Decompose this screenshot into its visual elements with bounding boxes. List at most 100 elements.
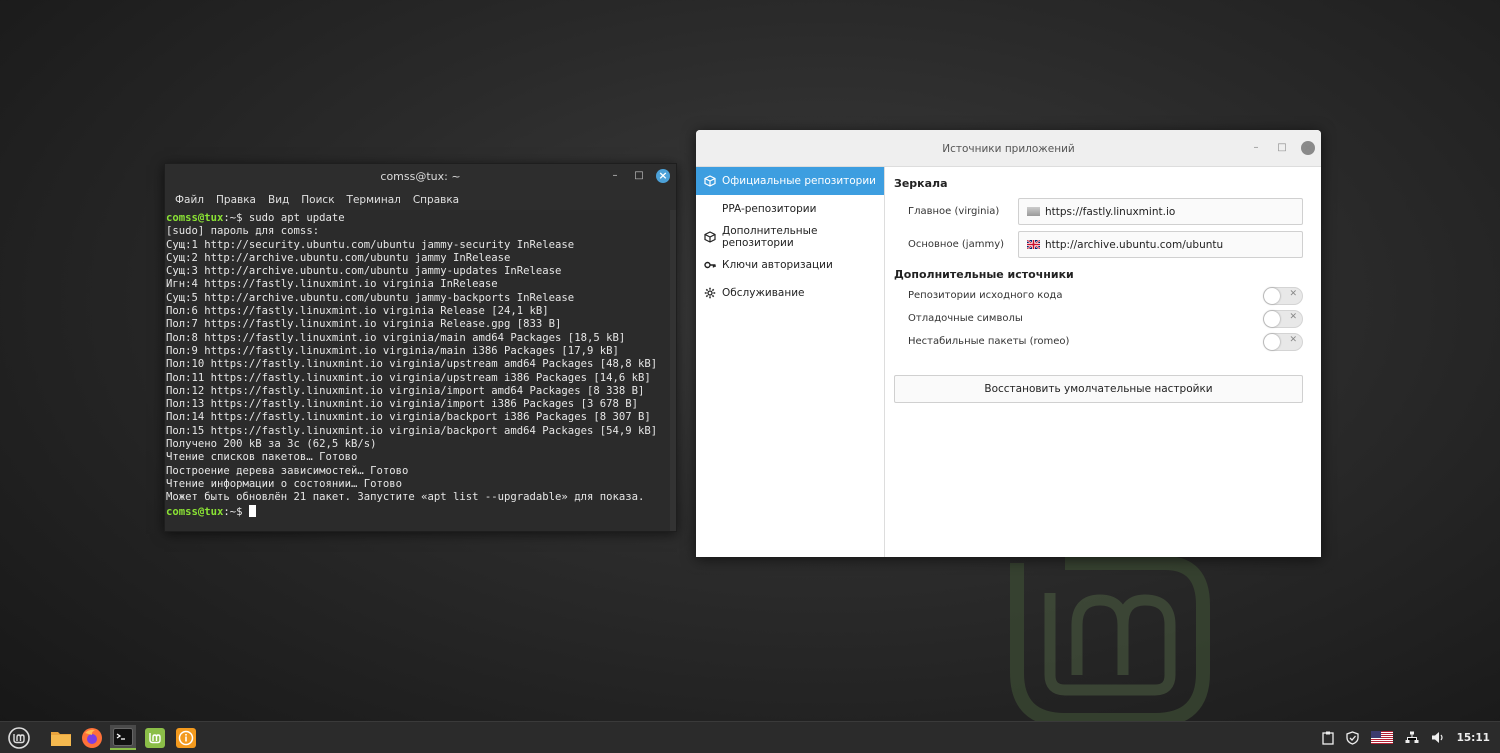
menu-terminal[interactable]: Терминал	[341, 188, 407, 210]
sidebar-item-label: Официальные репозитории	[722, 175, 876, 187]
mirror-url: http://archive.ubuntu.com/ubuntu	[1045, 238, 1224, 251]
sidebar-item-label: Обслуживание	[722, 287, 805, 299]
maximize-icon[interactable]: □	[632, 169, 646, 183]
sidebar-item-label: Дополнительные репозитории	[722, 225, 818, 249]
mint-wallpaper-logo	[1010, 556, 1210, 727]
terminal-output-line: Пол:7 https://fastly.linuxmint.io virgin…	[166, 318, 562, 331]
mirror-row-main: Главное (virginia) https://fastly.linuxm…	[894, 197, 1303, 226]
info-button[interactable]	[173, 725, 199, 750]
network-icon[interactable]	[1405, 731, 1419, 744]
close-icon[interactable]: ×	[656, 169, 670, 183]
mint-menu-button[interactable]	[6, 725, 32, 750]
maximize-icon[interactable]: □	[1275, 141, 1289, 155]
text-cursor	[248, 504, 256, 517]
terminal-output-line: Построение дерева зависимостей… Готово	[166, 464, 409, 477]
clipboard-icon[interactable]	[1321, 731, 1334, 745]
terminal-output-line: Может быть обновлён 21 пакет. Запустите …	[166, 491, 645, 504]
sidebar-item-ppa[interactable]: PPA-репозитории	[696, 195, 884, 223]
prompt-suffix: :~$	[223, 505, 243, 518]
prompt-user: comss@tux	[166, 212, 224, 224]
mirror-row-base: Основное (jammy) http://archive.ubuntu.c…	[894, 230, 1303, 259]
us-flag-icon[interactable]	[1370, 731, 1393, 744]
terminal-output-line: Пол:11 https://fastly.linuxmint.io virgi…	[166, 371, 651, 384]
debug-symbols-switch[interactable]: ✕	[1263, 309, 1303, 328]
terminal-output-line: Пол:12 https://fastly.linuxmint.io virgi…	[166, 384, 645, 397]
toggle-label: Нестабильные пакеты (romeo)	[908, 336, 1070, 347]
terminal-menubar: Файл Правка Вид Поиск Терминал Справка	[165, 188, 676, 210]
menu-file[interactable]: Файл	[169, 188, 210, 210]
restore-defaults-button[interactable]: Восстановить умолчательные настройки	[894, 375, 1303, 403]
software-sources-window[interactable]: Источники приложений – □ × Официальные р…	[696, 130, 1321, 557]
mint-update-button[interactable]	[142, 725, 168, 750]
terminal-output-line: Пол:14 https://fastly.linuxmint.io virgi…	[166, 411, 651, 424]
toggle-label: Репозитории исходного кода	[908, 290, 1063, 301]
terminal-output-line: Пол:15 https://fastly.linuxmint.io virgi…	[166, 424, 658, 437]
package-icon	[704, 231, 716, 243]
sources-titlebar[interactable]: Источники приложений – □ ×	[696, 130, 1321, 167]
mirror-url: https://fastly.linuxmint.io	[1045, 205, 1176, 218]
menu-help[interactable]: Справка	[407, 188, 465, 210]
sources-title: Источники приложений	[942, 143, 1075, 155]
sidebar-item-label: PPA-репозитории	[722, 203, 817, 215]
gear-icon	[704, 287, 716, 299]
prompt-suffix: :~$	[223, 212, 243, 224]
mirror-main-button[interactable]: https://fastly.linuxmint.io	[1018, 198, 1303, 225]
toggle-row-unstable: Нестабильные пакеты (romeo) ✕	[894, 330, 1303, 353]
terminal-command-line: comss@tux:~$ sudo apt update	[166, 212, 670, 225]
firefox-button[interactable]	[79, 725, 105, 750]
info-icon	[176, 727, 196, 748]
terminal-output-line: Сущ:1 http://security.ubuntu.com/ubuntu …	[166, 238, 575, 251]
sources-main: Зеркала Главное (virginia) https://fastl…	[885, 167, 1321, 557]
prompt-user: comss@tux	[166, 505, 224, 518]
terminal-output-line: Сущ:2 http://archive.ubuntu.com/ubuntu j…	[166, 251, 511, 264]
menu-view[interactable]: Вид	[262, 188, 295, 210]
terminal-output-line: Сущ:5 http://archive.ubuntu.com/ubuntu j…	[166, 291, 575, 304]
terminal-output-line: Получено 200 kB за 3с (62,5 kB/s)	[166, 438, 377, 451]
terminal-output-line: Пол:8 https://fastly.linuxmint.io virgin…	[166, 331, 626, 344]
flag-icon	[1027, 207, 1040, 216]
terminal-title: comss@tux: ~	[380, 170, 461, 183]
terminal-window[interactable]: comss@tux: ~ – □ × Файл Правка Вид Поиск…	[164, 163, 677, 532]
files-button[interactable]	[48, 725, 74, 750]
terminal-icon	[113, 727, 133, 746]
terminal-output[interactable]: comss@tux:~$ sudo apt update [sudo] парол…	[165, 210, 670, 531]
sidebar-item-keys[interactable]: Ключи авторизации	[696, 251, 884, 279]
terminal-output-line: Пол:10 https://fastly.linuxmint.io virgi…	[166, 358, 658, 371]
menu-edit[interactable]: Правка	[210, 188, 262, 210]
menu-search[interactable]: Поиск	[295, 188, 340, 210]
sidebar-item-label: Ключи авторизации	[722, 259, 833, 271]
mirror-base-button[interactable]: http://archive.ubuntu.com/ubuntu	[1018, 231, 1303, 258]
terminal-output-line: Пол:13 https://fastly.linuxmint.io virgi…	[166, 398, 638, 411]
mintupdate-icon	[145, 727, 165, 748]
taskbar: 15:11	[0, 721, 1500, 753]
shield-icon[interactable]	[1345, 730, 1359, 745]
minimize-icon[interactable]: –	[608, 169, 622, 183]
sidebar-item-additional[interactable]: Дополнительные репозитории	[696, 223, 884, 251]
unstable-packages-switch[interactable]: ✕	[1263, 332, 1303, 351]
system-tray: 15:11	[1321, 722, 1490, 753]
terminal-titlebar[interactable]: comss@tux: ~ – □ ×	[165, 164, 676, 188]
sidebar-item-official[interactable]: Официальные репозитории	[696, 167, 884, 195]
close-icon[interactable]: ×	[1301, 141, 1315, 155]
key-icon	[704, 259, 716, 271]
toggle-row-debug: Отладочные символы ✕	[894, 307, 1303, 330]
terminal-output-line: Пол:6 https://fastly.linuxmint.io virgin…	[166, 305, 549, 318]
source-code-switch[interactable]: ✕	[1263, 286, 1303, 305]
terminal-prompt-line: comss@tux:~$	[166, 504, 670, 519]
terminal-scrollbar[interactable]	[670, 210, 676, 531]
clock[interactable]: 15:11	[1457, 732, 1490, 744]
extra-sources-heading: Дополнительные источники	[894, 268, 1074, 281]
volume-icon[interactable]	[1431, 731, 1445, 744]
terminal-taskbar-button[interactable]	[110, 725, 136, 750]
terminal-output-line: Игн:4 https://fastly.linuxmint.io virgin…	[166, 278, 498, 291]
terminal-output-line: Чтение списков пакетов… Готово	[166, 451, 358, 464]
uk-flag-icon	[1027, 240, 1040, 249]
terminal-command: sudo apt update	[242, 212, 345, 224]
package-icon	[704, 175, 716, 187]
minimize-icon[interactable]: –	[1249, 141, 1263, 155]
mirrors-heading: Зеркала	[894, 177, 948, 190]
sidebar-item-maintenance[interactable]: Обслуживание	[696, 279, 884, 307]
terminal-output-line: Пол:9 https://fastly.linuxmint.io virgin…	[166, 344, 619, 357]
terminal-output-line: Чтение информации о состоянии… Готово	[166, 477, 402, 490]
mirror-label: Главное (virginia)	[908, 206, 1000, 217]
